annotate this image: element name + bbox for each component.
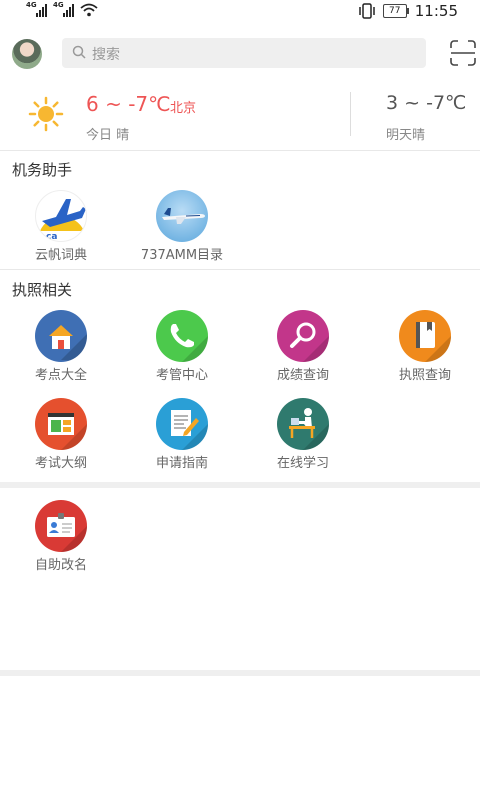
student-desk-icon: [277, 398, 329, 450]
item-online-learning[interactable]: 在线学习: [248, 398, 358, 471]
bottom-divider: [0, 670, 480, 676]
avatar[interactable]: [12, 39, 42, 69]
item-label: 云帆词典: [34, 248, 87, 263]
item-yunfan-dictionary[interactable]: ca 云帆词典: [6, 190, 116, 263]
item-score-query[interactable]: 成绩查询: [248, 310, 358, 383]
item-label: 成绩查询: [276, 368, 329, 383]
divider: [0, 150, 480, 151]
section-divider: [0, 482, 480, 488]
wifi-icon: [80, 3, 98, 17]
phone-icon: [156, 310, 208, 362]
item-label: 考点大全: [34, 368, 87, 383]
search-icon: [72, 45, 86, 59]
item-license-query[interactable]: 执照查询: [370, 310, 480, 383]
sun-icon: [28, 96, 64, 132]
section-title-license: 执照相关: [12, 281, 73, 299]
item-label: 自助改名: [34, 558, 87, 573]
item-737amm-catalog[interactable]: 737AMM目录: [127, 190, 237, 263]
airliner-icon: [156, 190, 208, 242]
divider: [0, 269, 480, 270]
yunfan-plane-icon: ca: [35, 190, 87, 242]
item-label: 考试大纲: [34, 456, 87, 471]
city-name: 北京: [170, 101, 197, 116]
id-card-icon: [35, 500, 87, 552]
search-input[interactable]: 搜索: [62, 38, 426, 68]
webpage-icon: [35, 398, 87, 450]
item-exam-sites[interactable]: 考点大全: [6, 310, 116, 383]
tomorrow-weather-label: 明天晴: [386, 128, 426, 143]
item-application-guide[interactable]: 申请指南: [127, 398, 237, 471]
status-bar: 4G 4G 77 11:55: [0, 0, 480, 24]
today-temperature: 6 ~ -7℃: [86, 92, 171, 116]
signal-icon: 4G: [26, 1, 47, 17]
today-weather-label: 今日 晴: [86, 128, 130, 143]
item-label: 考管中心: [155, 368, 208, 383]
search-placeholder: 搜索: [92, 47, 120, 63]
item-label: 在线学习: [276, 456, 329, 471]
magnifier-icon: [277, 310, 329, 362]
book-icon: [399, 310, 451, 362]
svg-text:ca: ca: [46, 232, 57, 242]
vibrate-icon: [359, 3, 375, 19]
notepad-icon: [156, 398, 208, 450]
weather-divider: [350, 92, 351, 136]
top-bar: 搜索: [0, 30, 480, 76]
item-exam-syllabus[interactable]: 考试大纲: [6, 398, 116, 471]
item-self-rename[interactable]: 自助改名: [6, 500, 116, 573]
item-label: 申请指南: [155, 456, 208, 471]
item-label: 执照查询: [398, 368, 451, 383]
house-icon: [35, 310, 87, 362]
signal-icon: 4G: [53, 1, 74, 17]
tomorrow-temperature: 3 ~ -7℃: [386, 92, 467, 114]
battery-icon: 77: [382, 4, 409, 18]
scan-icon[interactable]: [450, 40, 476, 66]
item-label: 737AMM目录: [140, 248, 224, 263]
clock: 11:55: [414, 2, 458, 20]
weather-panel[interactable]: 6 ~ -7℃ 北京 今日 晴 3 ~ -7℃ 明天晴: [0, 84, 480, 150]
item-exam-management-center[interactable]: 考管中心: [127, 310, 237, 383]
section-title-assistant: 机务助手: [12, 161, 73, 179]
